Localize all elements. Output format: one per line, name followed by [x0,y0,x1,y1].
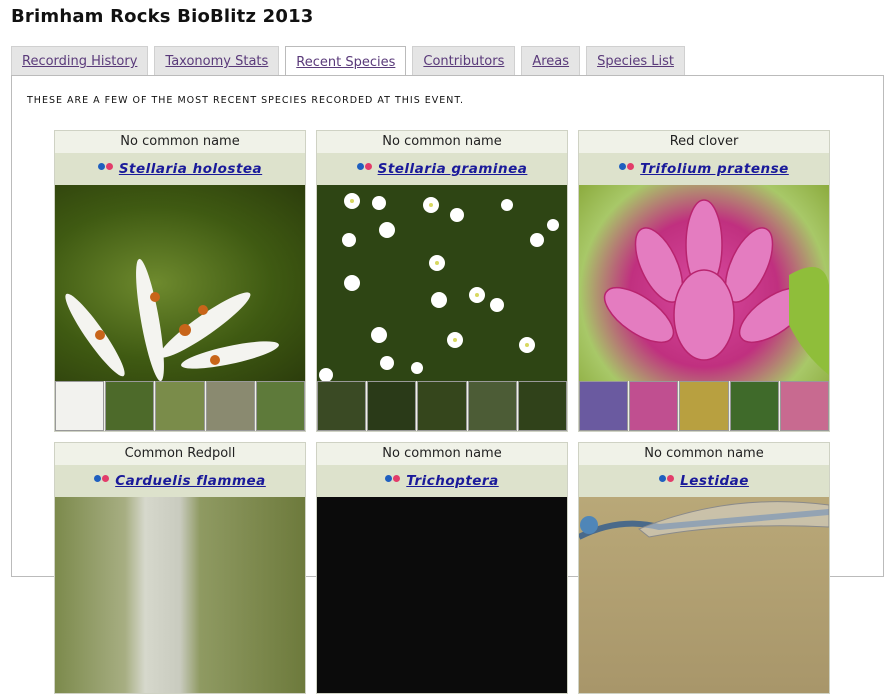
thumbnail[interactable] [579,381,629,431]
scientific-name-row: Lestidae [579,465,829,497]
species-photo[interactable] [55,497,305,693]
damselfly-illustration [579,501,829,540]
thumbnail[interactable] [729,381,779,431]
common-name: Red clover [579,131,829,153]
scientific-name-link[interactable]: Lestidae [680,473,749,489]
species-card: No common name Stellaria graminea [316,130,568,432]
scientific-name-row: Stellaria holostea [55,153,305,185]
scientific-name-row: Trichoptera [317,465,567,497]
nbn-logo-icon [659,474,675,482]
species-card: Red clover Trifolium pratense [578,130,830,432]
tab-recording-history[interactable]: Recording History [11,46,149,76]
scientific-name-row: Stellaria graminea [317,153,567,185]
species-card: No common name Lestidae [578,442,830,694]
thumbnail[interactable] [155,381,205,431]
thumbnail-strip [317,381,568,431]
nbn-logo-icon [94,474,110,482]
species-card: Common Redpoll Carduelis flammea [54,442,306,694]
species-photo[interactable] [317,185,567,381]
tab-species-list[interactable]: Species List [586,46,685,76]
thumbnail[interactable] [629,381,679,431]
common-name: Common Redpoll [55,443,305,465]
common-name: No common name [579,443,829,465]
common-name: No common name [317,131,567,153]
thumbnail[interactable] [367,381,417,431]
flower-illustration [319,193,559,381]
thumbnail[interactable] [779,381,830,431]
scientific-name-link[interactable]: Stellaria graminea [378,161,528,177]
species-photo[interactable] [317,497,567,693]
nbn-logo-icon [356,162,372,170]
thumbnail[interactable] [55,381,105,431]
tab-areas[interactable]: Areas [521,46,581,76]
scientific-name-link[interactable]: Stellaria holostea [119,161,262,177]
species-photo[interactable] [55,185,305,381]
thumbnail[interactable] [679,381,729,431]
nbn-logo-icon [97,162,113,170]
intro-text: These are a few of the most recent speci… [27,95,465,106]
common-name: No common name [55,131,305,153]
nbn-logo-icon [619,162,635,170]
thumbnail[interactable] [105,381,155,431]
tab-taxonomy-stats[interactable]: Taxonomy Stats [154,46,280,76]
flower-illustration [65,258,279,381]
recent-species-panel: These are a few of the most recent speci… [11,75,884,694]
tab-recent-species[interactable]: Recent Species [285,46,407,77]
thumbnail[interactable] [517,381,568,431]
page-title: Brimham Rocks BioBlitz 2013 [11,6,314,27]
thumbnail-strip [55,381,306,431]
nbn-logo-icon [385,474,401,482]
species-photo[interactable] [579,497,829,693]
species-card: No common name Trichoptera [316,442,568,694]
species-photo[interactable] [579,185,829,381]
thumbnail[interactable] [317,381,367,431]
species-card: No common name Stellaria holostea [54,130,306,432]
scientific-name-link[interactable]: Trifolium pratense [640,161,789,177]
scientific-name-row: Trifolium pratense [579,153,829,185]
tab-bar: Recording History Taxonomy Stats Recent … [11,46,685,77]
common-name: No common name [317,443,567,465]
thumbnail[interactable] [467,381,517,431]
thumbnail[interactable] [255,381,306,431]
scientific-name-row: Carduelis flammea [55,465,305,497]
scientific-name-link[interactable]: Trichoptera [406,473,498,489]
flower-illustration [603,199,829,375]
scientific-name-link[interactable]: Carduelis flammea [115,473,266,489]
thumbnail[interactable] [205,381,255,431]
tab-contributors[interactable]: Contributors [412,46,516,76]
thumbnail[interactable] [417,381,467,431]
thumbnail-strip [579,381,830,431]
